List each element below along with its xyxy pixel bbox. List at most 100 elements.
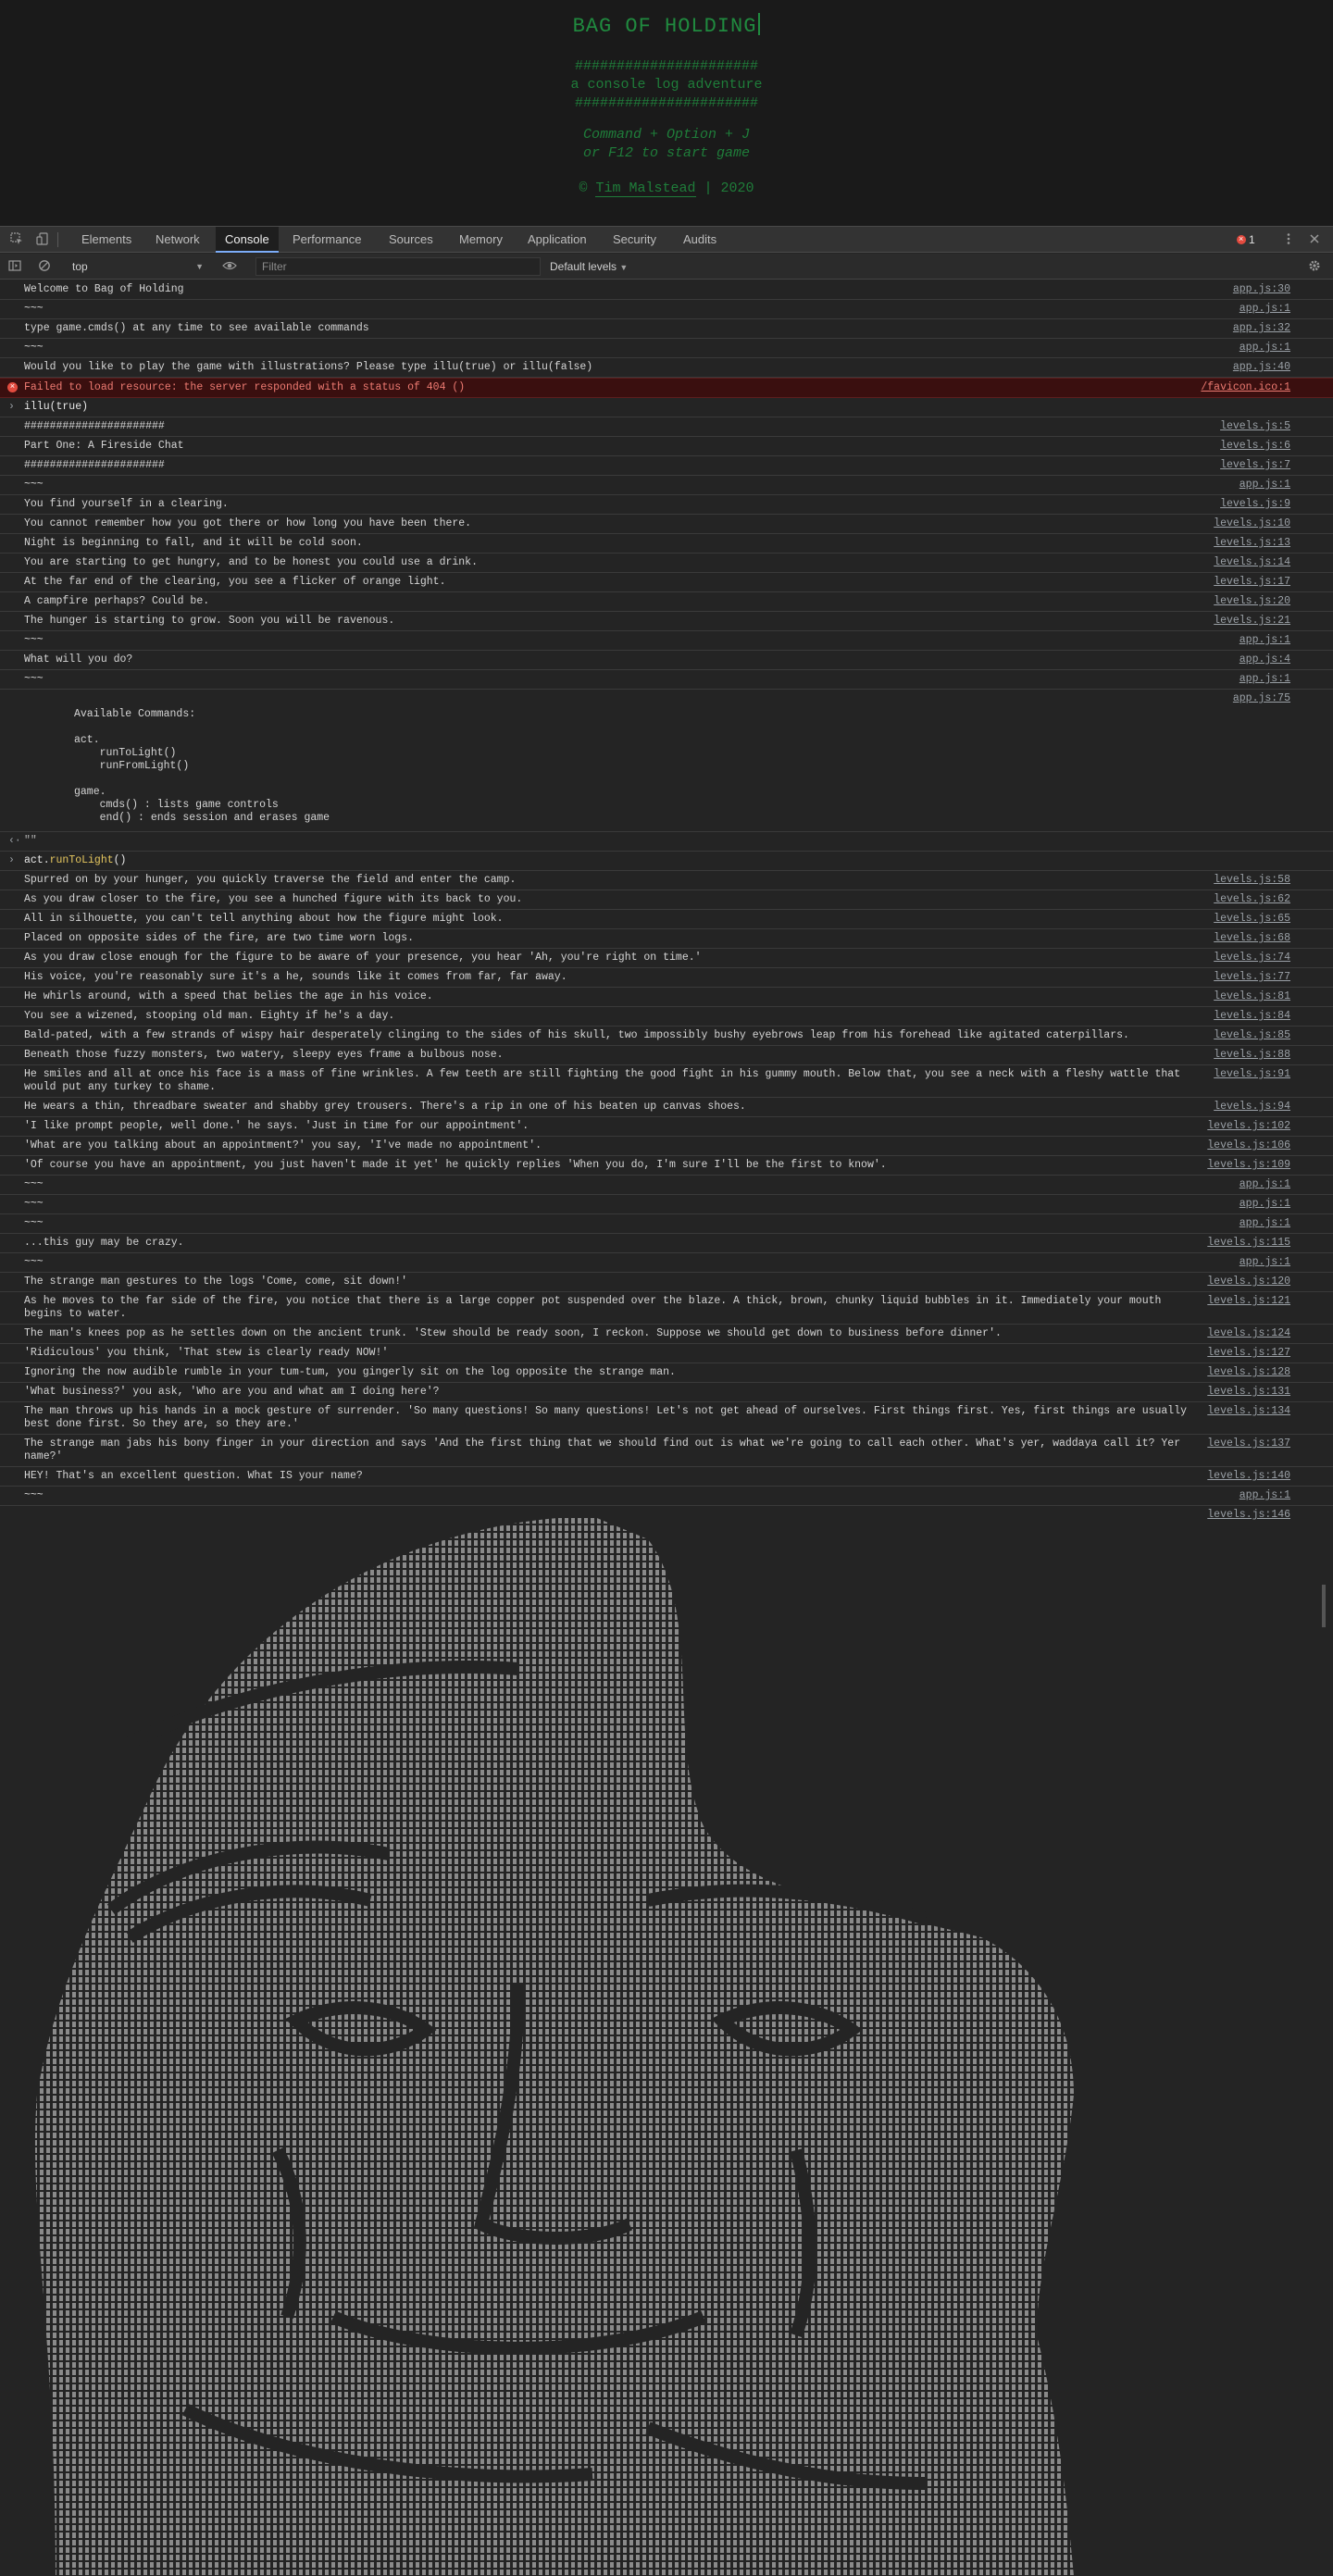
source-link[interactable]: levels.js:5 [1220, 420, 1290, 433]
log-text: A campfire perhaps? Could be. [24, 595, 210, 607]
source-link[interactable]: app.js:1 [1240, 673, 1290, 686]
source-link[interactable]: levels.js:102 [1207, 1120, 1290, 1133]
source-link[interactable]: levels.js:131 [1207, 1386, 1290, 1399]
source-link[interactable]: levels.js:9 [1220, 498, 1290, 511]
source-link[interactable]: app.js:1 [1240, 1489, 1290, 1502]
source-link[interactable]: levels.js:13 [1214, 537, 1290, 550]
source-link[interactable]: levels.js:58 [1214, 874, 1290, 887]
source-link[interactable]: levels.js:6 [1220, 440, 1290, 453]
source-link[interactable]: levels.js:14 [1214, 556, 1290, 569]
sidebar-toggle-icon[interactable] [7, 259, 22, 274]
source-link[interactable]: app.js:1 [1240, 1217, 1290, 1230]
source-link[interactable]: levels.js:84 [1214, 1010, 1290, 1023]
source-link[interactable]: app.js:1 [1240, 342, 1290, 355]
log-text: ~~~ [24, 1256, 44, 1268]
error-badge-icon [1237, 232, 1246, 245]
source-link[interactable]: levels.js:124 [1207, 1327, 1290, 1340]
source-link[interactable]: app.js:1 [1240, 1198, 1290, 1211]
context-select[interactable]: top ▼ [72, 259, 207, 274]
tab-network[interactable]: Network [146, 227, 209, 253]
source-link[interactable]: /favicon.ico:1 [1201, 381, 1290, 394]
source-link[interactable]: levels.js:140 [1207, 1470, 1290, 1483]
log-text: Beneath those fuzzy monsters, two watery… [24, 1049, 504, 1061]
console-log-commands: Available Commands: act. runToLight() ru… [0, 690, 1333, 832]
author-link[interactable]: Tim Malstead [595, 180, 696, 197]
log-text: 'What business?' you ask, 'Who are you a… [24, 1386, 440, 1398]
kebab-menu-icon[interactable] [1281, 232, 1296, 247]
tab-elements[interactable]: Elements [72, 227, 141, 253]
source-link[interactable]: app.js:1 [1240, 303, 1290, 316]
source-link[interactable]: levels.js:127 [1207, 1347, 1290, 1360]
game-subtitle: a console log adventure [570, 77, 763, 93]
tab-application[interactable]: Application [518, 227, 596, 253]
console-messages: Welcome to Bag of Holding app.js:30 ~~~ app… [0, 280, 1333, 2576]
console-log: 'Of course you have an appointment, you … [0, 1156, 1333, 1176]
source-link[interactable]: app.js:1 [1240, 479, 1290, 492]
source-link[interactable]: levels.js:91 [1214, 1068, 1290, 1081]
filter-input[interactable] [255, 257, 541, 276]
tab-console[interactable]: Console [216, 227, 279, 253]
source-link[interactable]: levels.js:21 [1214, 615, 1290, 628]
source-link[interactable]: levels.js:68 [1214, 932, 1290, 945]
tab-security[interactable]: Security [604, 227, 666, 253]
source-link[interactable]: levels.js:88 [1214, 1049, 1290, 1062]
source-link[interactable]: levels.js:7 [1220, 459, 1290, 472]
source-link[interactable]: levels.js:134 [1207, 1405, 1290, 1418]
source-link[interactable]: app.js:4 [1240, 653, 1290, 666]
console-log: Bald-pated, with a few strands of wispy … [0, 1027, 1333, 1046]
source-link[interactable]: levels.js:85 [1214, 1029, 1290, 1042]
live-expression-icon[interactable] [222, 259, 237, 274]
input-text: illu(true) [24, 401, 89, 413]
console-log: HEY! That's an excellent question. What … [0, 1467, 1333, 1487]
source-link[interactable]: levels.js:74 [1214, 952, 1290, 964]
error-text: Failed to load resource: the server resp… [24, 381, 466, 393]
console-log: ~~~ app.js:1 [0, 476, 1333, 495]
source-link[interactable]: levels.js:121 [1207, 1295, 1290, 1308]
source-link[interactable]: app.js:40 [1233, 361, 1290, 374]
source-link[interactable]: levels.js:109 [1207, 1159, 1290, 1172]
log-text: You are starting to get hungry, and to b… [24, 556, 478, 568]
console-log: The man's knees pop as he settles down o… [0, 1325, 1333, 1344]
error-counter[interactable]: 1 [1237, 232, 1255, 246]
log-text: At the far end of the clearing, you see … [24, 576, 446, 588]
console-log: All in silhouette, you can't tell anythi… [0, 910, 1333, 929]
console-log: You cannot remember how you got there or… [0, 515, 1333, 534]
tab-memory[interactable]: Memory [450, 227, 512, 253]
source-link[interactable]: levels.js:81 [1214, 990, 1290, 1003]
source-link[interactable]: levels.js:20 [1214, 595, 1290, 608]
console-log: 'What are you talking about an appointme… [0, 1137, 1333, 1156]
source-link[interactable]: app.js:1 [1240, 1256, 1290, 1269]
close-icon[interactable] [1307, 232, 1322, 247]
source-link[interactable]: levels.js:94 [1214, 1101, 1290, 1114]
tab-sources[interactable]: Sources [380, 227, 442, 253]
device-toggle-icon[interactable] [35, 232, 50, 247]
clear-console-icon[interactable] [37, 259, 52, 274]
console-log: 'What business?' you ask, 'Who are you a… [0, 1383, 1333, 1402]
tab-performance[interactable]: Performance [283, 227, 370, 253]
source-link[interactable]: app.js:32 [1233, 322, 1290, 335]
gear-icon[interactable] [1307, 259, 1322, 274]
source-link[interactable]: levels.js:106 [1207, 1139, 1290, 1152]
tab-audits[interactable]: Audits [674, 227, 726, 253]
console-log: Night is beginning to fall, and it will … [0, 534, 1333, 554]
console-log: ~~~ app.js:1 [0, 670, 1333, 690]
source-link[interactable]: levels.js:137 [1207, 1437, 1290, 1450]
source-link[interactable]: levels.js:62 [1214, 893, 1290, 906]
source-link[interactable]: levels.js:128 [1207, 1366, 1290, 1379]
source-link[interactable]: levels.js:10 [1214, 517, 1290, 530]
inspect-element-icon[interactable] [9, 232, 24, 247]
scrollbar-thumb[interactable] [1322, 1585, 1326, 1627]
log-levels-select[interactable]: Default levels ▼ [550, 259, 628, 274]
source-link[interactable]: levels.js:65 [1214, 913, 1290, 926]
source-link[interactable]: levels.js:17 [1214, 576, 1290, 589]
credit: © Tim Malstead | 2020 [0, 180, 1333, 198]
source-link[interactable]: levels.js:120 [1207, 1276, 1290, 1288]
log-text: ~~~ [24, 1178, 44, 1190]
source-link[interactable]: levels.js:77 [1214, 971, 1290, 984]
console-log: ###################### levels.js:5 [0, 417, 1333, 437]
source-link[interactable]: app.js:75 [1233, 692, 1290, 705]
source-link[interactable]: levels.js:115 [1207, 1237, 1290, 1250]
source-link[interactable]: app.js:30 [1233, 283, 1290, 296]
source-link[interactable]: app.js:1 [1240, 634, 1290, 647]
source-link[interactable]: app.js:1 [1240, 1178, 1290, 1191]
